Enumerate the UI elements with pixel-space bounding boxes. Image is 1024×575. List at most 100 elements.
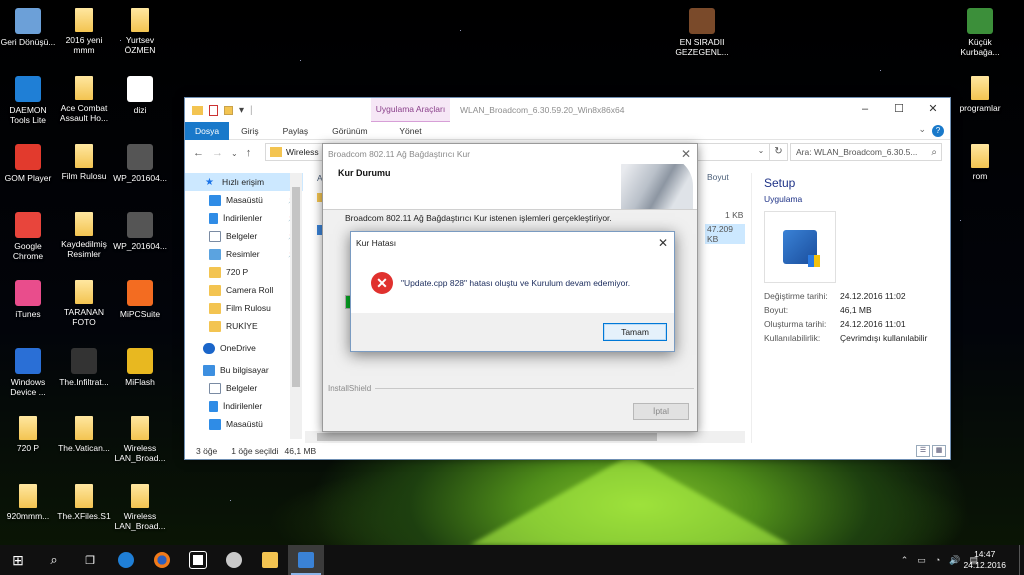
file-size-cell-selected[interactable]: 47.209 KB [705,224,745,244]
start-button[interactable]: ⊞ [0,545,36,575]
battery-icon[interactable]: ▭ [917,555,926,566]
taskbar-app-installer[interactable] [216,545,252,575]
close-icon[interactable]: ✕ [681,144,691,164]
ok-button[interactable]: Tamam [603,323,667,341]
show-desktop-button[interactable] [1019,545,1024,575]
nav-onedrive[interactable]: OneDrive [185,339,303,357]
desktop-icon-item[interactable]: dizi [112,76,168,115]
minimize-button[interactable]: – [848,98,882,122]
desktop-icon-item[interactable]: rom [952,144,1008,181]
desktop-icon-item[interactable]: 920mmm... [0,484,56,521]
folder-icon [75,416,93,440]
properties-icon[interactable] [209,104,218,116]
desktop-icon-item[interactable]: MiFlash [112,348,168,387]
desktop-icon-item[interactable]: MiPCSuite [112,280,168,319]
nav-pc-desktop[interactable]: Masaüstü [185,415,303,433]
new-folder-icon[interactable] [224,105,233,115]
taskbar-store[interactable] [180,545,216,575]
taskbar-edge[interactable] [108,545,144,575]
folder-icon [75,8,93,32]
desktop-icon-item[interactable]: Kaydedilmiş Resimler [56,212,112,259]
nav-this-pc[interactable]: Bu bilgisayar [185,361,303,379]
task-view-button[interactable]: ❐ [72,545,108,575]
recent-locations-icon[interactable]: ⌄ [231,149,238,158]
desktop-icon-item[interactable]: iTunes [0,280,56,319]
desktop-icon-item[interactable]: Ace Combat Assault Ho... [56,76,112,123]
folder-icon [270,147,282,157]
desktop-icon-item[interactable]: 720 P [0,416,56,453]
address-dropdown-icon[interactable]: ⌄ [752,143,770,161]
nav-item-camera-roll[interactable]: Camera Roll [185,281,303,299]
scroll-thumb[interactable] [292,187,300,387]
nav-item-pictures[interactable]: Resimler📌 [185,245,303,263]
nav-pc-documents[interactable]: Belgeler [185,379,303,397]
error-dialog[interactable]: Kur Hatası ✕ ✕ "Update.cpp 828" hatası o… [350,231,675,352]
chevron-up-icon[interactable]: ⌃ [901,555,909,566]
setup-app-icon [783,230,820,267]
column-header-size[interactable]: Boyut [707,172,729,182]
tab-file[interactable]: Dosya [185,121,230,140]
desktop-icon-label: 2016 yeni mmm [65,35,103,55]
installer-banner: Kur Durumu [323,164,697,210]
explorer-titlebar[interactable]: ▾ | Uygulama Araçları WLAN_Broadcom_6.30… [185,98,950,122]
desktop-icon-item[interactable]: 2016 yeni mmm [56,8,112,55]
volume-icon[interactable]: 🔊 [949,555,960,566]
maximize-button[interactable]: ☐ [882,98,916,122]
nav-label: Bu bilgisayar [220,365,269,375]
search-button[interactable]: ⌕ [36,545,72,575]
nav-item-film-rulosu[interactable]: Film Rulosu [185,299,303,317]
desktop-icon-item[interactable]: The.XFiles.S1 [56,484,112,521]
nav-item-downloads[interactable]: İndirilenler📌 [185,209,303,227]
desktop-icon-item[interactable]: WP_201604... [112,212,168,251]
desktop-icon-item[interactable]: Yurtsev ÖZMEN [112,8,168,55]
taskbar-clock[interactable]: 14:47 24.12.2016 [963,549,1006,571]
desktop-icon-item[interactable]: EN SIRADII GEZEGENL... [674,8,730,57]
large-icons-view-icon[interactable]: ▦ [932,445,946,457]
up-arrow-icon[interactable]: ↑ [246,147,252,159]
desktop-icon-item[interactable]: WP_201604... [112,144,168,183]
error-titlebar[interactable]: Kur Hatası ✕ [351,232,674,254]
desktop-icon-item[interactable]: programlar [952,76,1008,113]
nav-item-rukiye[interactable]: RUKİYE [185,317,303,335]
forward-arrow-icon[interactable]: → [212,147,223,159]
back-arrow-icon[interactable]: ← [193,147,204,159]
desktop-icon-item[interactable]: Küçük Kurbağa... [952,8,1008,57]
search-input[interactable]: Ara: WLAN_Broadcom_6.30.5... ⌕ [790,143,942,161]
tab-share[interactable]: Paylaş [271,122,321,140]
desktop-icon-item[interactable]: Geri Dönüşü... [0,8,56,47]
tab-manage[interactable]: Yönet [371,122,450,140]
desktop-icon-item[interactable]: Windows Device ... [0,348,56,397]
scroll-thumb[interactable] [317,433,657,441]
close-icon[interactable]: ✕ [658,232,668,254]
nav-item-720p[interactable]: 720 P [185,263,303,281]
help-icon[interactable]: ? [932,125,944,137]
tab-home[interactable]: Giriş [229,122,270,140]
nav-item-desktop[interactable]: Masaüstü📌 [185,191,303,209]
details-view-icon[interactable]: ☰ [916,445,930,457]
desktop-icon-item[interactable]: The.Vatican... [56,416,112,453]
chevron-down-icon[interactable]: ⌄ [918,124,926,135]
desktop-icon-item[interactable]: TARANAN FOTO [56,280,112,327]
desktop-icon-item[interactable]: Wireless LAN_Broad... [112,484,168,531]
refresh-icon[interactable]: ↻ [770,143,788,161]
nav-scrollbar[interactable] [290,173,302,439]
taskbar-setup[interactable] [288,545,324,575]
cancel-button[interactable]: İptal [633,403,689,420]
desktop-icon-item[interactable]: The.Infiltrat... [56,348,112,387]
desktop-icon-item[interactable]: Wireless LAN_Broad... [112,416,168,463]
taskbar-firefox[interactable] [144,545,180,575]
close-button[interactable]: ✕ [916,98,950,122]
desktop-icon-item[interactable]: Google Chrome [0,212,56,261]
network-icon[interactable]: ◔ [935,555,940,565]
desktop-icon-item[interactable]: Film Rulosu [56,144,112,181]
desktop-icon-item[interactable]: GOM Player [0,144,56,183]
installer-titlebar[interactable]: Broadcom 802.11 Ağ Bağdaştırıcı Kur ✕ [323,144,697,164]
nav-item-documents[interactable]: Belgeler📌 [185,227,303,245]
qat-dropdown-icon[interactable]: ▾ [239,105,244,116]
desktop-icon-label: Wireless LAN_Broad... [114,511,166,531]
taskbar-file-explorer[interactable] [252,545,288,575]
nav-pc-downloads[interactable]: İndirilenler [185,397,303,415]
nav-quick-access[interactable]: ★ Hızlı erişim [185,173,303,191]
desktop-icon-item[interactable]: DAEMON Tools Lite [0,76,56,125]
documents-icon [209,382,221,394]
